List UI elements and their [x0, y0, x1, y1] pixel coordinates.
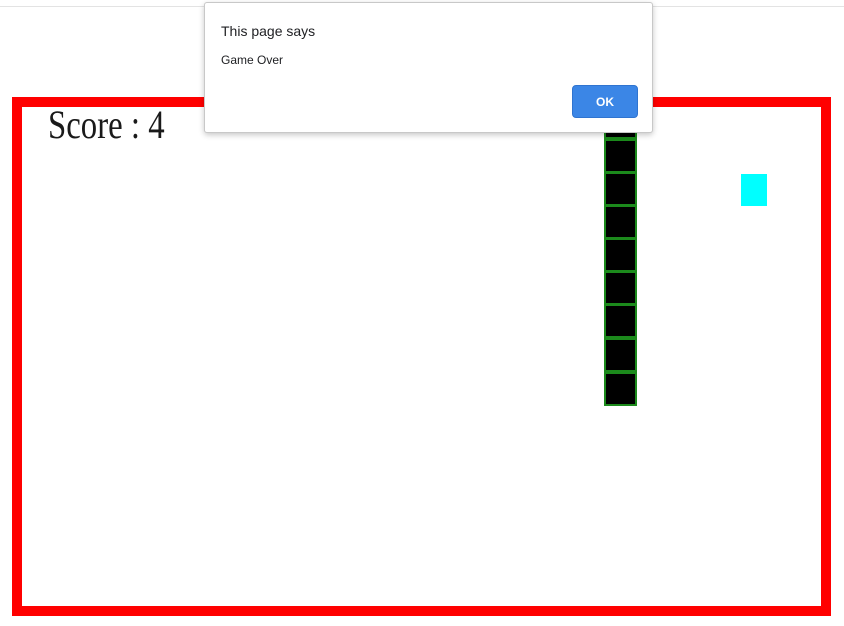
snake-segment [604, 238, 637, 272]
score-display: Score : 4 [48, 102, 165, 147]
snake-segment [604, 172, 637, 206]
dialog-title: This page says [221, 23, 316, 39]
snake-segment [604, 338, 637, 372]
food-block [741, 174, 767, 206]
snake-segment [604, 271, 637, 305]
snake-tail-segment [604, 372, 637, 406]
dialog-message: Game Over [221, 53, 284, 67]
snake-segment [604, 139, 637, 173]
snake-segment [604, 304, 637, 338]
ok-button[interactable]: OK [572, 85, 638, 118]
snake-segment [604, 205, 637, 239]
alert-dialog: This page says Game Over OK [204, 2, 653, 133]
game-board [12, 97, 831, 616]
